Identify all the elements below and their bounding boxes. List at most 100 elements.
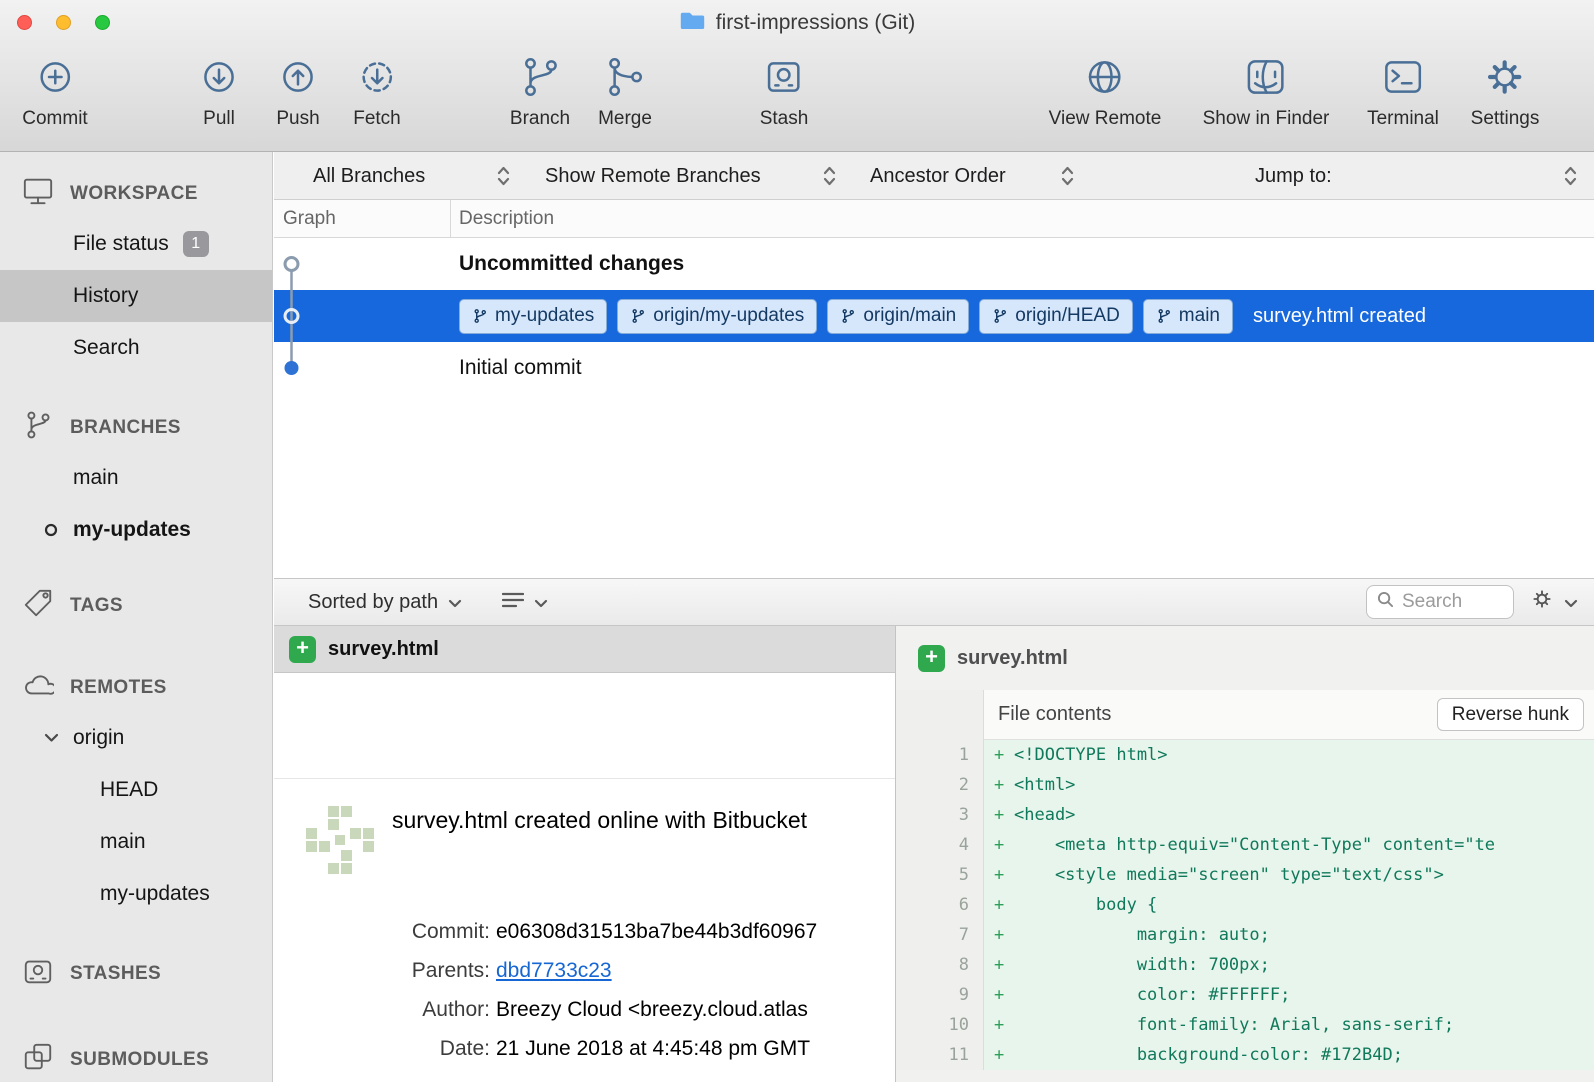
sidebar-section-label: BRANCHES — [70, 417, 181, 439]
graph-column-header: Graph — [283, 200, 336, 238]
remote-filter-dropdown[interactable]: Show Remote Branches — [545, 152, 761, 200]
search-icon — [1377, 591, 1394, 613]
file-search-field[interactable] — [1366, 585, 1514, 619]
sidebar-item-file-status[interactable]: File status 1 — [0, 218, 272, 270]
search-input[interactable] — [1402, 591, 1503, 613]
gear-icon — [1530, 587, 1554, 617]
parent-commit-link[interactable]: dbd7733c23 — [496, 959, 612, 983]
chevron-down-icon — [448, 591, 462, 614]
commit-list: Uncommitted changes my-updates origin/my… — [274, 238, 1594, 578]
commit-button[interactable]: Commit — [22, 54, 87, 130]
main-content: All Branches Show Remote Branches Ancest… — [274, 152, 1594, 1082]
sidebar-section-remotes[interactable]: REMOTES — [0, 664, 272, 712]
chevron-down-icon[interactable] — [44, 733, 59, 743]
view-options-dropdown[interactable] — [502, 591, 548, 614]
sidebar-section-branches[interactable]: BRANCHES — [0, 404, 272, 452]
sidebar-item-remote-my-updates[interactable]: my-updates — [0, 868, 272, 920]
graph-node-initial — [285, 361, 299, 375]
branch-icon — [517, 54, 563, 105]
diff-line: 7+ margin: auto; — [896, 920, 1594, 950]
sidebar-item-branch-my-updates[interactable]: my-updates — [0, 504, 272, 556]
show-in-finder-button[interactable]: Show in Finder — [1203, 54, 1330, 130]
sidebar-item-search[interactable]: Search — [0, 322, 272, 374]
sidebar-section-label: TAGS — [70, 595, 123, 617]
stepper-icon[interactable] — [496, 164, 511, 193]
sidebar-item-label: my-updates — [100, 882, 210, 906]
date-row: Date: 21 June 2018 at 4:45:48 pm GMT — [274, 1029, 895, 1068]
branch-badge: main — [1143, 299, 1233, 334]
current-branch-icon — [44, 523, 58, 537]
stepper-icon[interactable] — [822, 164, 837, 193]
branch-filter-dropdown[interactable]: All Branches — [313, 152, 425, 200]
window-title-area: first-impressions (Git) — [0, 0, 1594, 46]
sidebar-section-stashes[interactable]: STASHES — [0, 950, 272, 998]
diff-line: 5+ <style media="screen" type="text/css"… — [896, 860, 1594, 890]
sidebar-section-label: WORKSPACE — [70, 183, 198, 205]
view-remote-button[interactable]: View Remote — [1049, 54, 1162, 130]
sidebar-item-label: origin — [73, 726, 124, 750]
file-actions-dropdown[interactable] — [1530, 587, 1578, 617]
branch-icon — [1156, 308, 1172, 324]
jump-to-dropdown[interactable]: Jump to: — [1255, 152, 1332, 200]
commit-hash-row: Commit: e06308d31513ba7be44b3df60967 — [274, 912, 895, 951]
window-header: first-impressions (Git) Commit Pull Push… — [0, 0, 1594, 152]
terminal-icon — [1380, 54, 1426, 105]
sidebar-item-label: File status — [73, 232, 169, 256]
sidebar-item-remote-main[interactable]: main — [0, 816, 272, 868]
sidebar-section-workspace[interactable]: WORKSPACE — [0, 170, 272, 218]
push-button[interactable]: Push — [275, 54, 321, 130]
commit-row-initial[interactable]: Initial commit — [274, 342, 1594, 394]
stash-icon — [761, 54, 807, 105]
diff-line: 9+ color: #FFFFFF; — [896, 980, 1594, 1010]
titlebar: first-impressions (Git) — [0, 0, 1594, 46]
stepper-icon[interactable] — [1060, 164, 1075, 193]
push-icon — [275, 54, 321, 105]
sidebar-item-remote-origin[interactable]: origin — [0, 712, 272, 764]
settings-button[interactable]: Settings — [1471, 54, 1540, 130]
sidebar-item-history[interactable]: History — [0, 270, 272, 322]
branch-badge: origin/HEAD — [979, 299, 1133, 334]
parents-row: Parents: dbd7733c23 — [274, 951, 895, 990]
branch-icon — [840, 308, 856, 324]
file-name: survey.html — [328, 638, 439, 661]
file-added-icon: + — [918, 645, 945, 672]
commit-details: survey.html created online with Bitbucke… — [274, 779, 895, 1082]
stepper-icon[interactable] — [1563, 164, 1578, 193]
sort-dropdown[interactable]: Sorted by path — [308, 591, 462, 614]
branch-icon — [630, 308, 646, 324]
stash-button[interactable]: Stash — [760, 54, 809, 130]
pull-button[interactable]: Pull — [196, 54, 242, 130]
commit-icon — [32, 54, 78, 105]
folder-icon — [679, 9, 706, 37]
file-list-toolbar: Sorted by path — [274, 578, 1594, 626]
sidebar-section-submodules[interactable]: SUBMODULES — [0, 1036, 272, 1082]
commit-row-uncommitted[interactable]: Uncommitted changes — [274, 238, 1594, 290]
sidebar-item-remote-head[interactable]: HEAD — [0, 764, 272, 816]
pull-icon — [196, 54, 242, 105]
file-list-empty-area — [274, 673, 895, 779]
chevron-down-icon — [1564, 591, 1578, 614]
workspace-icon — [22, 175, 54, 213]
diff-file-header: + survey.html — [896, 626, 1594, 690]
column-divider[interactable] — [450, 200, 451, 237]
commit-row-selected[interactable]: my-updates origin/my-updates origin/main… — [274, 290, 1594, 342]
branch-icon — [472, 308, 488, 324]
sidebar-item-branch-main[interactable]: main — [0, 452, 272, 504]
sidebar-item-label: HEAD — [100, 778, 158, 802]
terminal-button[interactable]: Terminal — [1367, 54, 1439, 130]
merge-icon — [602, 54, 648, 105]
commit-graph — [274, 238, 314, 398]
fetch-button[interactable]: Fetch — [353, 54, 401, 130]
sidebar-item-label: main — [73, 466, 119, 490]
merge-button[interactable]: Merge — [598, 54, 652, 130]
sidebar-section-tags[interactable]: TAGS — [0, 582, 272, 630]
chevron-down-icon — [534, 591, 548, 614]
reverse-hunk-button[interactable]: Reverse hunk — [1437, 698, 1584, 731]
order-filter-dropdown[interactable]: Ancestor Order — [870, 152, 1006, 200]
file-row-survey[interactable]: + survey.html — [274, 626, 895, 673]
gear-icon — [1482, 54, 1528, 105]
branch-badge: my-updates — [459, 299, 607, 334]
branch-icon — [992, 308, 1008, 324]
branch-button[interactable]: Branch — [510, 54, 570, 130]
branch-badge: origin/my-updates — [617, 299, 817, 334]
